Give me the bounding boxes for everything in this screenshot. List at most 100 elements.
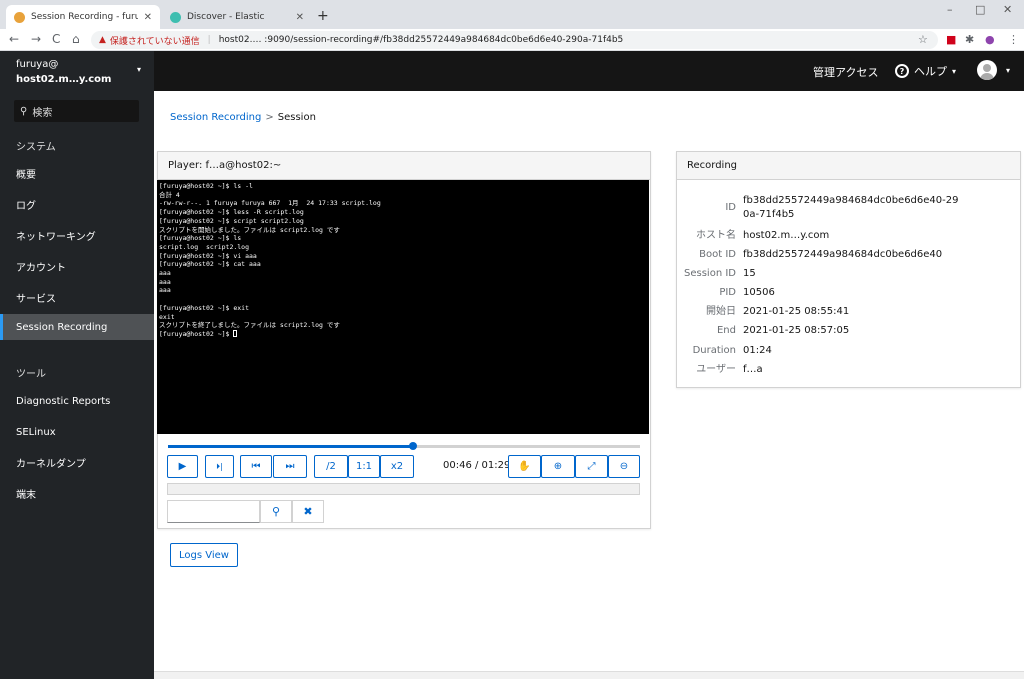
field-label: 開始日 — [706, 306, 736, 317]
recording-field-pid: PID 10506 — [677, 286, 1021, 300]
progress-fill — [168, 445, 414, 448]
field-value: 2021-01-25 08:57:05 — [743, 325, 850, 336]
close-icon[interactable]: ✕ — [296, 12, 304, 23]
sidebar-item-kernel-dump[interactable]: カーネルダンプ — [0, 449, 154, 475]
maximize-button[interactable]: □ — [975, 3, 985, 16]
field-label: ユーザー — [696, 364, 736, 375]
timeline-bar[interactable] — [167, 483, 640, 495]
fast-forward-button[interactable]: ⏭ — [273, 455, 307, 478]
favicon-icon — [14, 11, 25, 23]
sidebar-item-terminal[interactable]: 端末 — [0, 480, 154, 506]
tab-title: Session Recording - furuya@hos — [31, 12, 138, 22]
field-label: ホスト名 — [696, 230, 736, 241]
new-tab-button[interactable]: + — [317, 8, 329, 24]
time-display: 00:46 / 01:29 — [443, 460, 511, 471]
field-value: f…a — [743, 364, 763, 375]
play-button[interactable]: ▶ — [167, 455, 198, 478]
extensions-icon[interactable]: ✱ — [965, 33, 974, 46]
step-forward-button[interactable]: ⏵| — [205, 455, 234, 478]
field-label: Boot ID — [699, 249, 736, 260]
nav-section-system: システム — [16, 142, 56, 153]
breadcrumb-link-session-recording[interactable]: Session Recording — [170, 112, 261, 123]
menu-icon[interactable]: ⋮ — [1008, 33, 1019, 46]
field-value: 10506 — [743, 287, 775, 298]
field-value: fb38dd25572449a984684dc0be6d6e40 — [743, 249, 943, 260]
browser-tab-session-recording[interactable]: Session Recording - furuya@hos ✕ — [6, 5, 160, 29]
field-value: 01:24 — [743, 345, 772, 356]
tab-title: Discover - Elastic — [187, 12, 265, 22]
terminal-cursor — [233, 330, 238, 338]
drag-button[interactable]: ✋ — [508, 455, 541, 478]
search-icon: ⚲ — [20, 105, 28, 117]
recording-title: Recording — [677, 152, 1020, 180]
speed-half-button[interactable]: /2 — [314, 455, 348, 478]
field-label: ID — [725, 202, 736, 213]
back-icon[interactable]: ← — [9, 32, 19, 46]
warning-icon: ▲ — [99, 35, 106, 45]
search-placeholder: 検索 — [32, 107, 53, 119]
pdf-extension-icon[interactable]: ■ — [946, 33, 956, 46]
player-search-input[interactable] — [167, 500, 260, 523]
fit-button[interactable]: ⤢ — [575, 455, 608, 478]
progress-slider[interactable] — [168, 442, 640, 450]
zoom-out-button[interactable]: ⊖ — [608, 455, 640, 478]
recording-field-duration: Duration 01:24 — [677, 344, 1021, 358]
chevron-down-icon[interactable]: ▾ — [137, 65, 141, 74]
browser-tab-discover[interactable]: Discover - Elastic ✕ — [162, 5, 312, 29]
minimize-button[interactable]: – — [947, 3, 953, 16]
host-user: furuya@ — [16, 59, 59, 70]
address-bar: ← → C ⌂ ▲ 保護されていない通信 | host02.… :9090/se… — [0, 29, 1024, 51]
profile-icon[interactable]: ● — [985, 33, 995, 46]
recording-field-end: End 2021-01-25 08:57:05 — [677, 324, 1021, 338]
horizontal-scrollbar[interactable] — [154, 671, 1024, 679]
sidebar-item-diagnostic-reports[interactable]: Diagnostic Reports — [0, 388, 154, 414]
terminal-output: [furuya@host02 ~]$ ls -l 合計 4 -rw-rw-r--… — [159, 182, 381, 338]
sidebar-item-services[interactable]: サービス — [0, 284, 154, 310]
recording-field-user: ユーザー f…a — [677, 363, 1021, 377]
reload-icon[interactable]: C — [52, 32, 60, 46]
speed-double-button[interactable]: x2 — [380, 455, 414, 478]
logs-view-button[interactable]: Logs View — [170, 543, 238, 567]
breadcrumb-separator: > — [265, 112, 274, 123]
breadcrumb-current: Session — [277, 112, 316, 123]
sidebar-item-selinux[interactable]: SELinux — [0, 419, 154, 445]
sidebar-item-logs[interactable]: ログ — [0, 191, 154, 217]
chevron-down-icon[interactable]: ▾ — [1006, 66, 1010, 75]
clear-search-button[interactable]: ✖ — [292, 500, 324, 523]
field-label: Session ID — [684, 268, 736, 279]
host-switcher[interactable]: furuya@ host02.m…y.com — [16, 57, 111, 87]
avatar[interactable] — [977, 60, 997, 80]
field-value: host02.m…y.com — [743, 230, 830, 241]
sidebar-search-input[interactable]: ⚲ 検索 — [14, 100, 139, 122]
sidebar-item-networking[interactable]: ネットワーキング — [0, 222, 154, 248]
breadcrumb: Session Recording > Session — [170, 112, 316, 123]
recording-field-start: 開始日 2021-01-25 08:55:41 — [677, 305, 1021, 319]
help-menu[interactable]: ? ヘルプ ▾ — [895, 63, 956, 79]
help-icon: ? — [895, 64, 909, 78]
home-icon[interactable]: ⌂ — [72, 32, 80, 46]
close-window-button[interactable]: ✕ — [1003, 3, 1012, 16]
field-value: 2021-01-25 08:55:41 — [743, 306, 850, 317]
host-name: host02.m…y.com — [16, 74, 112, 85]
nav-section-tools: ツール — [16, 369, 46, 380]
recording-field-hostname: ホスト名 host02.m…y.com — [677, 229, 1021, 243]
terminal-screen[interactable]: [furuya@host02 ~]$ ls -l 合計 4 -rw-rw-r--… — [157, 180, 649, 434]
star-icon[interactable]: ☆ — [918, 33, 928, 46]
rewind-button[interactable]: ⏮ — [240, 455, 272, 478]
sidebar-item-overview[interactable]: 概要 — [0, 160, 154, 186]
field-label: PID — [719, 287, 736, 298]
sidebar-item-accounts[interactable]: アカウント — [0, 253, 154, 279]
recording-field-session-id: Session ID 15 — [677, 267, 1021, 281]
forward-icon[interactable]: → — [31, 32, 41, 46]
speed-normal-button[interactable]: 1:1 — [348, 455, 380, 478]
url-field[interactable]: ▲ 保護されていない通信 | host02.… :9090/session-re… — [91, 31, 938, 49]
zoom-in-button[interactable]: ⊕ — [541, 455, 575, 478]
sidebar-item-session-recording[interactable]: Session Recording — [0, 314, 154, 340]
security-status[interactable]: 保護されていない通信 — [110, 34, 200, 47]
sidebar: furuya@ host02.m…y.com ▾ ⚲ 検索 システム 概要 ログ… — [0, 51, 154, 679]
admin-access-button[interactable]: 管理アクセス — [813, 64, 878, 80]
chevron-down-icon: ▾ — [952, 66, 957, 76]
recording-field-id: ID fb38dd25572449a984684dc0be6d6e40-290a… — [677, 193, 1021, 223]
search-button[interactable]: ⚲ — [260, 500, 292, 523]
close-icon[interactable]: ✕ — [144, 12, 152, 23]
